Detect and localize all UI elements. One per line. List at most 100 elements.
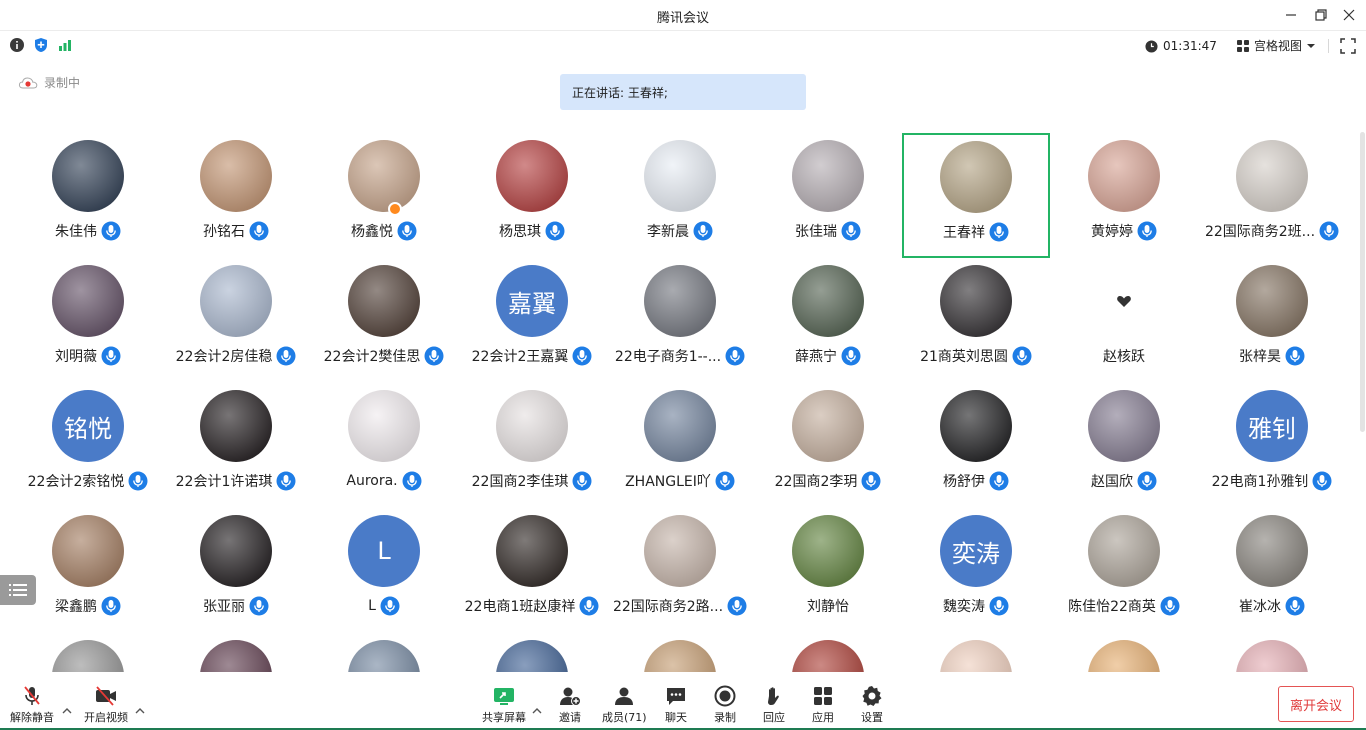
participant-tile[interactable]: 嘉翼 22会计2王嘉翼 — [458, 257, 606, 382]
participant-tile[interactable]: 22国商2李玥 — [754, 382, 902, 507]
participant-tile[interactable] — [162, 632, 310, 672]
participant-tile[interactable]: Aurora. — [310, 382, 458, 507]
participant-tile[interactable]: 杨鑫悦 — [310, 132, 458, 257]
minimize-button[interactable] — [1280, 4, 1302, 26]
participant-tile[interactable]: 张佳瑞 — [754, 132, 902, 257]
participant-tile[interactable]: 22国际商务2路... — [606, 507, 754, 632]
participant-tile[interactable]: 张亚丽 — [162, 507, 310, 632]
participant-tile[interactable] — [14, 632, 162, 672]
participant-tile[interactable]: 赵国欣 — [1050, 382, 1198, 507]
participant-name: 杨鑫悦 — [351, 224, 393, 240]
participant-tile[interactable]: ZHANGLEI吖 — [606, 382, 754, 507]
participant-tile[interactable]: 薛燕宁 — [754, 257, 902, 382]
invite-button[interactable]: 邀请 — [558, 684, 582, 725]
leave-meeting-button[interactable]: 离开会议 — [1278, 686, 1354, 722]
fullscreen-button[interactable] — [1340, 38, 1356, 54]
participant-tile[interactable]: 李新晨 — [606, 132, 754, 257]
share-screen-button[interactable]: 共享屏幕 — [482, 684, 526, 725]
participant-tile[interactable]: 铭悦 22会计2索铭悦 — [14, 382, 162, 507]
participant-tile[interactable]: 孙铭石 — [162, 132, 310, 257]
share-options-caret[interactable] — [532, 700, 542, 714]
participant-name-row: 22电子商务1--... — [606, 345, 754, 367]
participant-tile[interactable] — [754, 632, 902, 672]
participant-tile[interactable]: 赵核跃 — [1050, 257, 1198, 382]
record-label: 录制 — [714, 711, 736, 724]
participant-tile[interactable]: 22会计2樊佳思 — [310, 257, 458, 382]
camera-off-icon — [96, 686, 116, 706]
start-video-button[interactable]: 开启视频 — [84, 684, 128, 725]
participant-tile[interactable]: 21商英刘思圆 — [902, 257, 1050, 382]
host-badge — [388, 202, 402, 216]
participant-tile[interactable]: 雅钊 22电商1孙雅钊 — [1198, 382, 1346, 507]
participant-name: 崔冰冰 — [1239, 599, 1281, 615]
participant-tile[interactable]: 黄婷婷 — [1050, 132, 1198, 257]
participant-name: 22电子商务1--... — [614, 349, 722, 365]
share-screen-icon — [494, 688, 514, 705]
apps-button[interactable]: 应用 — [811, 684, 835, 725]
participant-tile[interactable] — [606, 632, 754, 672]
participant-tile[interactable] — [1198, 632, 1346, 672]
participant-tile[interactable] — [1050, 632, 1198, 672]
participant-tile[interactable]: 梁鑫鹏 — [14, 507, 162, 632]
record-button[interactable]: 录制 — [713, 684, 737, 725]
participant-name-row: 22电商1孙雅钊 — [1198, 470, 1346, 492]
unmute-button[interactable]: 解除静音 — [10, 684, 54, 725]
participant-tile[interactable]: 22国商2李佳琪 — [458, 382, 606, 507]
video-options-caret[interactable] — [135, 700, 145, 714]
participant-tile[interactable]: 崔冰冰 — [1198, 507, 1346, 632]
avatar — [940, 265, 1012, 337]
chat-button[interactable]: 聊天 — [664, 684, 688, 725]
participant-name: 刘明薇 — [55, 349, 97, 365]
participant-name-row: 22电商1班赵康祥 — [458, 595, 606, 617]
participant-tile[interactable]: L L — [310, 507, 458, 632]
reactions-button[interactable]: 回应 — [762, 684, 786, 725]
mic-on-icon — [276, 346, 296, 366]
participant-tile[interactable]: 朱佳伟 — [14, 132, 162, 257]
avatar — [52, 640, 124, 672]
avatar — [52, 515, 124, 587]
mic-muted-icon — [24, 686, 40, 705]
mic-on-icon — [841, 221, 861, 241]
fullscreen-icon — [1340, 38, 1356, 54]
close-button[interactable] — [1338, 4, 1360, 26]
participant-name-row: 赵国欣 — [1050, 470, 1198, 492]
info-icon[interactable] — [9, 37, 25, 53]
participant-tile[interactable] — [310, 632, 458, 672]
members-button[interactable]: 成员(71) — [602, 684, 647, 725]
audio-options-caret[interactable] — [62, 700, 72, 714]
participant-tile[interactable]: 22国际商务2班... — [1198, 132, 1346, 257]
participant-tile[interactable]: 22会计1许诺琪 — [162, 382, 310, 507]
participant-tile-active-speaker[interactable]: 王春祥 — [902, 133, 1050, 258]
participant-tile[interactable]: 张梓昊 — [1198, 257, 1346, 382]
signal-strength-icon[interactable] — [57, 37, 73, 53]
view-mode-dropdown[interactable]: 宫格视图 — [1236, 37, 1316, 54]
participant-name: 22国际商务2班... — [1204, 224, 1316, 240]
participant-tile[interactable]: 刘静怡 — [754, 507, 902, 632]
share-screen-label: 共享屏幕 — [482, 711, 526, 724]
participant-name: L — [368, 598, 376, 614]
mic-on-icon — [989, 222, 1009, 242]
recording-indicator[interactable]: 录制中 — [18, 74, 80, 91]
chevron-down-icon — [1307, 43, 1316, 48]
participant-tile[interactable]: 杨思琪 — [458, 132, 606, 257]
restore-button[interactable] — [1310, 4, 1332, 26]
participant-tile[interactable]: 22会计2房佳稳 — [162, 257, 310, 382]
participant-tile[interactable]: 22电子商务1--... — [606, 257, 754, 382]
participant-name: 赵核跃 — [1103, 349, 1145, 365]
security-shield-icon[interactable] — [33, 37, 49, 53]
settings-button[interactable]: 设置 — [860, 684, 884, 725]
participant-tile[interactable] — [458, 632, 606, 672]
avatar — [792, 390, 864, 462]
title-bar: 腾讯会议 — [0, 0, 1366, 31]
grid-scrollbar[interactable] — [1360, 132, 1365, 432]
avatar — [52, 265, 124, 337]
participant-tile[interactable]: 22电商1班赵康祥 — [458, 507, 606, 632]
add-user-icon — [560, 687, 581, 706]
participant-tile[interactable] — [902, 632, 1050, 672]
side-panel-toggle[interactable] — [0, 575, 36, 605]
participant-tile[interactable]: 杨舒伊 — [902, 382, 1050, 507]
participant-tile[interactable]: 刘明薇 — [14, 257, 162, 382]
participant-tile[interactable]: 奕涛 魏奕涛 — [902, 507, 1050, 632]
participant-tile[interactable]: 陈佳怡22商英 — [1050, 507, 1198, 632]
avatar: 嘉翼 — [496, 265, 568, 337]
